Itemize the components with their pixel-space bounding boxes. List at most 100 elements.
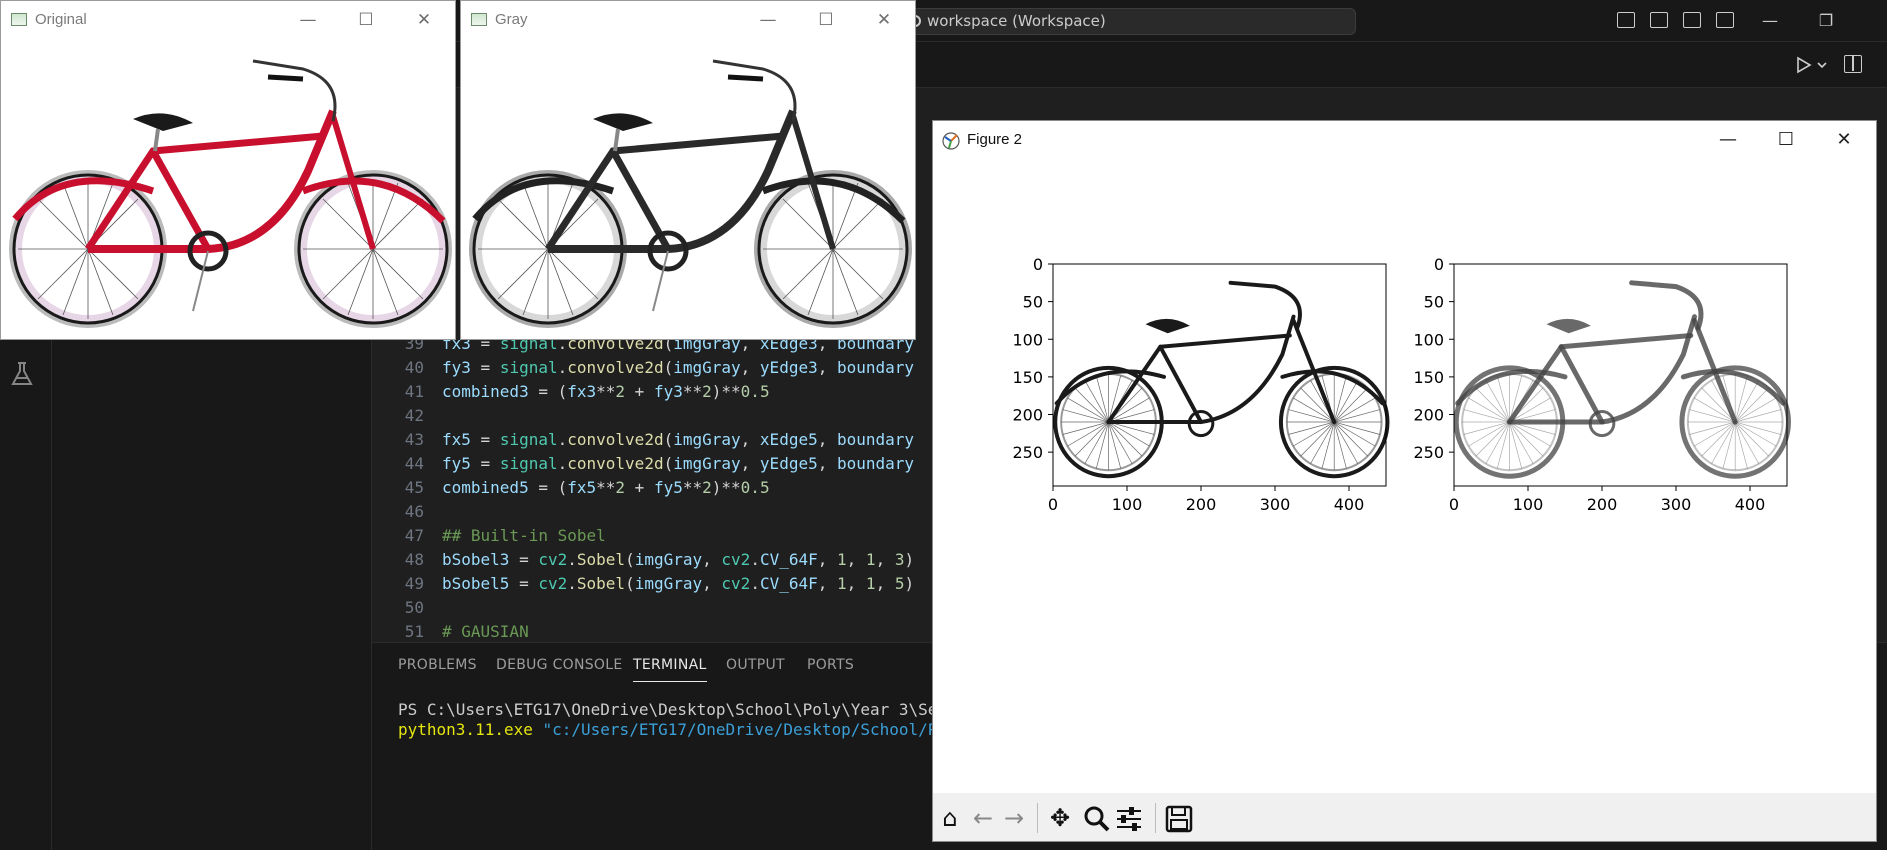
- code-token: convolve2d: [567, 358, 664, 377]
- code-line[interactable]: 42: [372, 404, 932, 428]
- tab-problems[interactable]: PROBLEMS: [398, 657, 477, 673]
- original-image-window[interactable]: Original — ☐ ✕: [0, 0, 456, 340]
- save-icon[interactable]: [1165, 805, 1193, 833]
- code-line[interactable]: 44 fy5 = signal.convolve2d(imgGray, yEdge…: [372, 452, 932, 476]
- code-token: bSobel3: [442, 550, 510, 569]
- line-number: 43: [404, 430, 424, 449]
- code-token: boundary: [836, 430, 915, 449]
- line-number: 48: [404, 550, 424, 569]
- y-tick-label: 0: [1434, 255, 1444, 274]
- matplotlib-figure-window[interactable]: Figure 2 — ☐ ✕ 0 100 200 300 400 0 50 100 150 200…: [932, 120, 1877, 842]
- x-tick-label: 100: [1513, 495, 1544, 514]
- code-token: (: [663, 430, 674, 449]
- code-token: ,: [875, 574, 895, 593]
- forward-arrow-icon[interactable]: →: [999, 803, 1029, 833]
- maximize-icon[interactable]: ☐: [1757, 121, 1815, 159]
- code-token: CV_64F: [759, 574, 818, 593]
- run-python-icon[interactable]: [1796, 56, 1832, 74]
- code-token: =: [470, 358, 500, 377]
- figure-canvas[interactable]: 0 100 200 300 400 0 50 100 150 200 250 0 100 200 300 40…: [933, 159, 1876, 793]
- maximize-icon[interactable]: ☐: [343, 1, 389, 39]
- code-token: fx3: [567, 382, 597, 401]
- code-token: imgGray: [673, 358, 741, 377]
- code-token: =: [470, 454, 500, 473]
- terminal-argument: "c:/Users/ETG17/OneDrive/Desktop/School/…: [532, 720, 933, 739]
- x-tick-label: 0: [1048, 495, 1058, 514]
- toggle-panel-icon[interactable]: [1650, 12, 1668, 28]
- toggle-secondary-sidebar-icon[interactable]: [1683, 12, 1701, 28]
- y-tick-label: 100: [1413, 330, 1444, 349]
- code-token: ,: [817, 550, 838, 569]
- x-tick-label: 300: [1260, 495, 1291, 514]
- code-token: cv2: [721, 574, 751, 593]
- code-line[interactable]: 43 fx5 = signal.convolve2d(imgGray, xEdge…: [372, 428, 932, 452]
- code-token: # GAUSIAN: [442, 622, 529, 641]
- back-arrow-icon[interactable]: ←: [968, 803, 998, 833]
- code-token: fy3: [653, 382, 683, 401]
- code-line[interactable]: 46: [372, 500, 932, 524]
- configure-subplots-icon[interactable]: [1115, 805, 1143, 833]
- code-token: )**: [711, 382, 741, 401]
- code-token: 2: [702, 478, 712, 497]
- minimize-icon[interactable]: —: [285, 1, 331, 39]
- restore-icon[interactable]: ❐: [1812, 8, 1840, 34]
- code-token: ,: [702, 574, 722, 593]
- code-token: **: [596, 382, 616, 401]
- code-token: signal: [499, 430, 558, 449]
- code-line[interactable]: 50: [372, 596, 932, 620]
- code-token: imgGray: [634, 574, 703, 593]
- toggle-primary-sidebar-icon[interactable]: [1617, 12, 1635, 28]
- tab-ports[interactable]: PORTS: [807, 657, 854, 673]
- tab-terminal[interactable]: TERMINAL: [633, 657, 707, 682]
- minimize-icon[interactable]: —: [1699, 121, 1757, 159]
- gray-image-window[interactable]: Gray — ☐ ✕: [460, 0, 916, 340]
- split-editor-icon[interactable]: [1844, 55, 1862, 73]
- minimize-icon[interactable]: —: [1756, 8, 1784, 34]
- close-icon[interactable]: ✕: [1815, 121, 1873, 159]
- code-line[interactable]: 51 # GAUSIAN: [372, 620, 932, 644]
- terminal-command: python3.11.exe: [398, 720, 533, 739]
- code-token: yEdge5: [759, 454, 818, 473]
- minimize-icon[interactable]: —: [745, 1, 791, 39]
- line-number: 45: [404, 478, 424, 497]
- customize-layout-icon[interactable]: [1716, 12, 1734, 28]
- code-line[interactable]: 41 combined3 = (fx3**2 + fy3**2)**0.5: [372, 380, 932, 404]
- code-token: ,: [740, 454, 760, 473]
- code-line[interactable]: 48 bSobel3 = cv2.Sobel(imgGray, cv2.CV_64…: [372, 548, 932, 572]
- code-token: 2: [615, 382, 626, 401]
- y-tick-label: 0: [1033, 255, 1043, 274]
- testing-flask-icon[interactable]: [10, 360, 34, 388]
- tab-output[interactable]: OUTPUT: [726, 657, 785, 673]
- code-line[interactable]: 40 fy3 = signal.convolve2d(imgGray, yEdge…: [372, 356, 932, 380]
- code-line[interactable]: 45 combined5 = (fx5**2 + fy5**2)**0.5: [372, 476, 932, 500]
- code-token: bSobel5: [442, 574, 510, 593]
- line-number: 42: [404, 406, 424, 425]
- code-token: signal: [499, 358, 558, 377]
- line-number: 47: [404, 526, 424, 545]
- code-token: ,: [740, 358, 760, 377]
- close-icon[interactable]: ✕: [861, 1, 907, 39]
- home-icon[interactable]: ⌂: [935, 803, 965, 833]
- terminal-command-line: python3.11.exe "c:/Users/ETG17/OneDrive/…: [398, 720, 933, 739]
- maximize-icon[interactable]: ☐: [803, 1, 849, 39]
- code-line[interactable]: 49 bSobel5 = cv2.Sobel(imgGray, cv2.CV_64…: [372, 572, 932, 596]
- code-token: (: [625, 574, 635, 593]
- zoom-magnifier-icon[interactable]: [1083, 805, 1111, 833]
- gray-bike-image: [469, 59, 912, 328]
- code-token: .: [567, 574, 577, 593]
- y-tick-label: 50: [1424, 293, 1444, 312]
- x-tick-label: 300: [1661, 495, 1692, 514]
- code-line[interactable]: 47 ## Built-in Sobel: [372, 524, 932, 548]
- code-token: yEdge3: [759, 358, 818, 377]
- matplotlib-logo-icon: [942, 132, 960, 150]
- y-tick-label: 150: [1413, 368, 1444, 387]
- close-icon[interactable]: ✕: [401, 1, 447, 39]
- pan-move-icon[interactable]: ✥: [1045, 803, 1075, 833]
- code-token: 0.5: [740, 382, 770, 401]
- code-token: 1: [837, 574, 847, 593]
- tab-debug-console[interactable]: DEBUG CONSOLE: [496, 657, 623, 673]
- code-token: **: [596, 478, 616, 497]
- y-tick-label: 250: [1413, 443, 1444, 462]
- line-number: 51: [404, 622, 424, 641]
- command-center[interactable]: workspace (Workspace): [900, 8, 1356, 35]
